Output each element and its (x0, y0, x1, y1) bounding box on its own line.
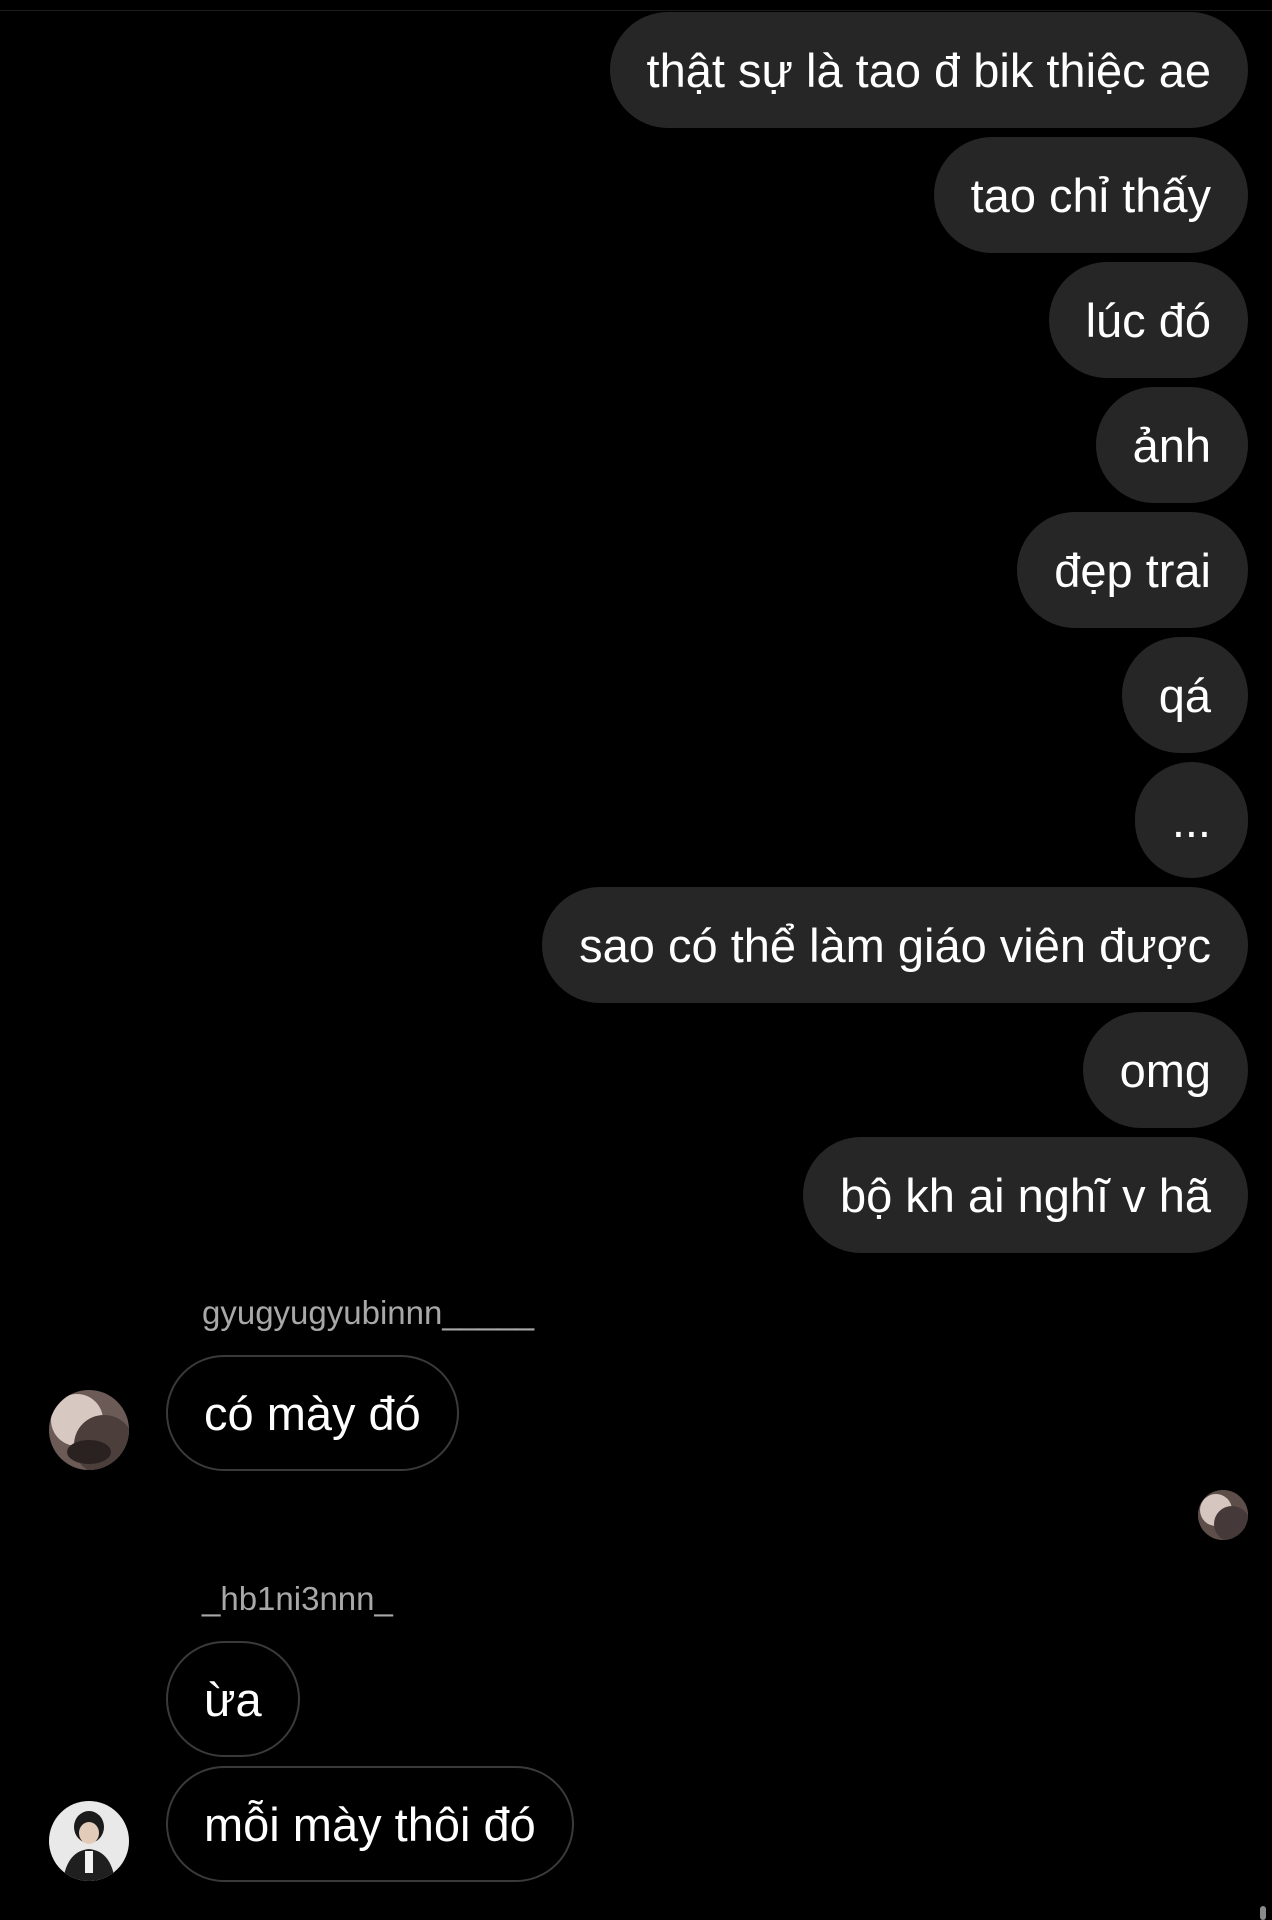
outgoing-message[interactable]: ảnh (1095, 387, 1248, 503)
profile-photo-icon[interactable] (49, 1390, 129, 1470)
scroll-indicator[interactable] (1260, 1906, 1266, 1920)
incoming-message[interactable]: có mày đó (166, 1355, 459, 1471)
message-text: mỗi mày thôi đó (204, 1797, 536, 1851)
message-text: có mày đó (204, 1386, 421, 1440)
top-divider (0, 0, 1272, 11)
message-text: qá (1158, 668, 1211, 722)
message-text: ảnh (1132, 418, 1211, 472)
message-text: đẹp trai (1054, 543, 1211, 597)
sender-name[interactable]: gyugyugyubinnn_____ (202, 1294, 534, 1332)
profile-photo-icon[interactable] (49, 1801, 129, 1881)
message-text: thật sự là tao đ bik thiệc ae (646, 43, 1211, 97)
message-text: omg (1119, 1043, 1211, 1097)
outgoing-message[interactable]: lúc đó (1048, 262, 1248, 378)
message-text: lúc đó (1085, 293, 1211, 347)
message-text: sao có thể làm giáo viên được (579, 918, 1211, 972)
incoming-message[interactable]: ừa (166, 1641, 300, 1757)
sender-name[interactable]: _hb1ni3nnn_ (202, 1580, 393, 1618)
message-text: ừa (204, 1672, 262, 1726)
outgoing-message[interactable]: qá (1121, 637, 1248, 753)
incoming-message[interactable]: mỗi mày thôi đó (166, 1766, 574, 1882)
message-text: tao chỉ thấy (970, 168, 1211, 222)
outgoing-message[interactable]: tao chỉ thấy (933, 137, 1248, 253)
profile-photo-graphic (49, 1801, 129, 1881)
message-text: bộ kh ai nghĩ v hã (839, 1168, 1211, 1222)
outgoing-message[interactable]: bộ kh ai nghĩ v hã (802, 1137, 1248, 1253)
outgoing-message[interactable]: đẹp trai (1017, 512, 1248, 628)
seen-avatar-graphic (1198, 1490, 1248, 1540)
message-text: ... (1171, 793, 1211, 847)
seen-avatar-icon (1198, 1490, 1248, 1540)
outgoing-message[interactable]: ... (1134, 762, 1248, 878)
profile-photo-graphic (49, 1390, 129, 1470)
outgoing-message[interactable]: thật sự là tao đ bik thiệc ae (609, 12, 1248, 128)
outgoing-message[interactable]: omg (1082, 1012, 1248, 1128)
outgoing-message[interactable]: sao có thể làm giáo viên được (542, 887, 1248, 1003)
